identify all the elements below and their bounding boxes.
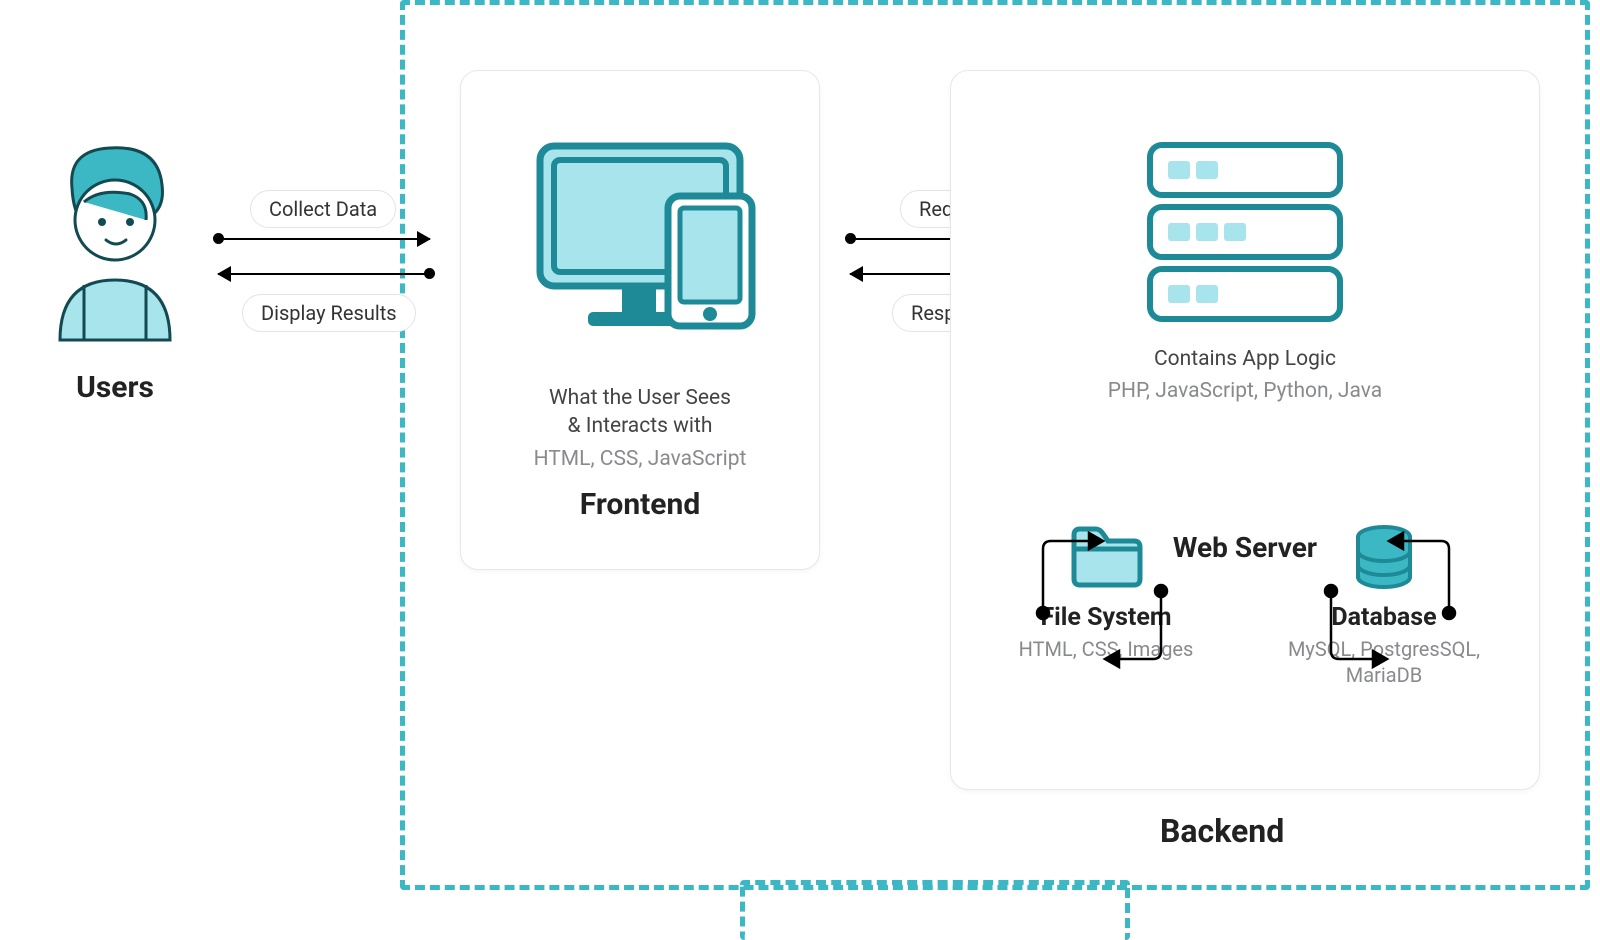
frontend-card: What the User Sees & Interacts with HTML… bbox=[460, 70, 820, 570]
monitor-mobile-icon bbox=[510, 126, 770, 356]
arrow-display-results bbox=[218, 273, 430, 275]
label-collect-data: Collect Data bbox=[250, 190, 396, 228]
frontend-desc-1: What the User Sees bbox=[461, 384, 819, 412]
label-display-results: Display Results bbox=[242, 294, 416, 332]
users-title: Users bbox=[30, 370, 200, 405]
backend-title: Backend bbox=[1160, 812, 1284, 850]
dashed-container-inner bbox=[740, 880, 1130, 940]
backend-connectors bbox=[951, 71, 1541, 791]
user-icon bbox=[40, 130, 190, 350]
backend-card: Contains App Logic PHP, JavaScript, Pyth… bbox=[950, 70, 1540, 790]
arrow-collect-data bbox=[218, 238, 430, 240]
frontend-title: Frontend bbox=[461, 487, 819, 522]
frontend-tech: HTML, CSS, JavaScript bbox=[461, 447, 819, 471]
frontend-desc-2: & Interacts with bbox=[461, 412, 819, 440]
users-block: Users bbox=[30, 130, 200, 405]
